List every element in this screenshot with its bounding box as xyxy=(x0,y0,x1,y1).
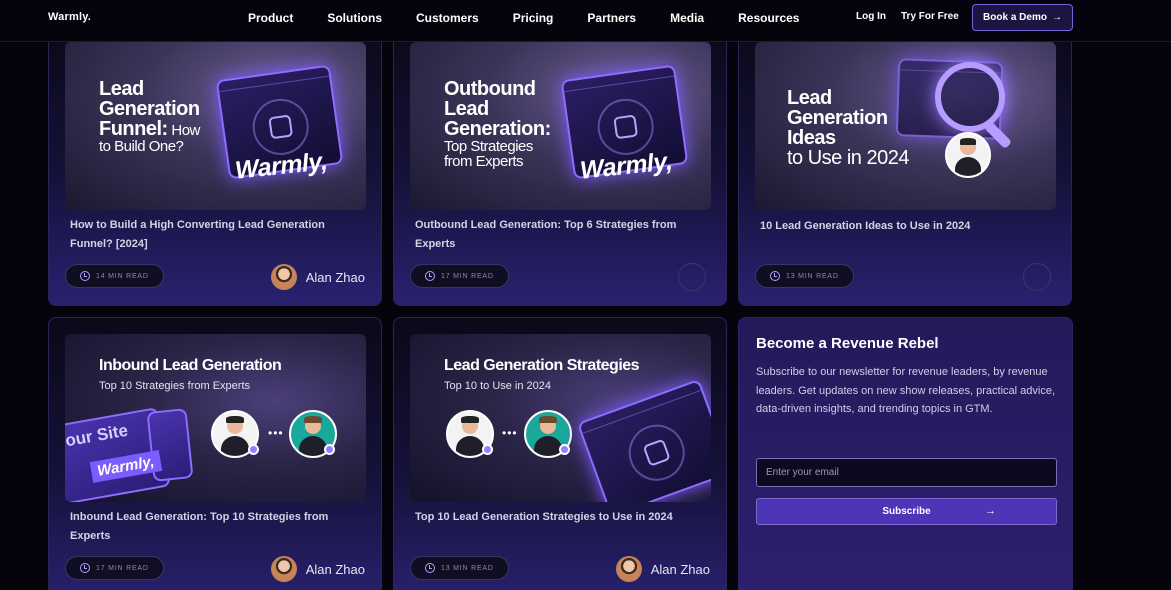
subscribe-button[interactable]: Subscribe → xyxy=(756,498,1057,525)
article-card-lead-funnel[interactable]: Lead Generation Funnel: How to Build One… xyxy=(48,25,382,306)
author-info: Alan Zhao xyxy=(615,556,710,582)
article-card-outbound[interactable]: Outbound Lead Generation: Top Strategies… xyxy=(393,25,727,306)
author-name: Alan Zhao xyxy=(305,269,365,285)
book-demo-button[interactable]: Book a Demo → xyxy=(972,4,1073,31)
arrow-right-icon: → xyxy=(1051,12,1062,23)
thumbnail-heading: Inbound Lead Generation xyxy=(99,357,282,374)
nav-item-customers[interactable]: Customers xyxy=(416,11,479,25)
thumbnail-heading: Lead Generation Strategies xyxy=(444,357,640,374)
connection-dots: ••• xyxy=(502,426,518,440)
avatar xyxy=(270,264,297,290)
read-time-badge: 17 MIN READ xyxy=(410,264,509,288)
clock-icon xyxy=(770,271,780,281)
article-thumbnail: Lead Generation Ideas to Use in 2024 xyxy=(755,42,1056,210)
article-title[interactable]: Top 10 Lead Generation Strategies to Use… xyxy=(415,508,705,527)
article-card-inbound[interactable]: Inbound Lead Generation Top 10 Strategie… xyxy=(48,317,382,590)
article-title[interactable]: 10 Lead Generation Ideas to Use in 2024 xyxy=(760,217,1050,236)
arrow-right-icon: → xyxy=(985,505,996,517)
newsletter-title: Become a Revenue Rebel xyxy=(756,335,939,352)
clock-icon xyxy=(80,271,90,281)
nav-item-partners[interactable]: Partners xyxy=(587,11,636,25)
avatar-placeholder xyxy=(678,263,706,291)
read-time-badge: 14 MIN READ xyxy=(65,264,164,288)
read-time-badge: 13 MIN READ xyxy=(410,556,509,580)
article-card-strategies[interactable]: Lead Generation Strategies Top 10 to Use… xyxy=(393,317,727,590)
clock-icon xyxy=(425,563,435,573)
avatar xyxy=(270,556,297,582)
article-thumbnail: Lead Generation Funnel: How to Build One… xyxy=(65,42,366,210)
avatar-placeholder xyxy=(1023,263,1051,291)
thumbnail-heading: Outbound Lead Generation: Top Strategies… xyxy=(444,78,551,170)
article-card-ideas[interactable]: Lead Generation Ideas to Use in 2024 10 … xyxy=(738,25,1072,306)
main-menu: Product Solutions Customers Pricing Part… xyxy=(248,11,833,25)
warmly-logo[interactable]: Warmly. xyxy=(48,11,91,23)
newsletter-signup: Become a Revenue Rebel Subscribe to our … xyxy=(738,317,1073,590)
thumbnail-subheading: Top 10 to Use in 2024 xyxy=(444,380,552,392)
author-name: Alan Zhao xyxy=(305,561,365,577)
newsletter-description: Subscribe to our newsletter for revenue … xyxy=(756,366,1055,415)
read-time-badge: 13 MIN READ xyxy=(755,264,854,288)
article-thumbnail: Outbound Lead Generation: Top Strategies… xyxy=(410,42,711,210)
read-time-badge: 17 MIN READ xyxy=(65,556,164,580)
thumbnail-subheading: Top 10 Strategies from Experts xyxy=(99,380,251,392)
try-free-link[interactable]: Try For Free xyxy=(901,11,959,22)
connection-dots: ••• xyxy=(268,426,284,440)
chip-icon xyxy=(612,114,638,140)
article-thumbnail: Inbound Lead Generation Top 10 Strategie… xyxy=(65,334,366,502)
clock-icon xyxy=(425,271,435,281)
clock-icon xyxy=(80,563,90,573)
article-title[interactable]: Outbound Lead Generation: Top 6 Strategi… xyxy=(415,216,705,254)
avatar xyxy=(945,132,991,178)
email-input[interactable] xyxy=(756,458,1057,487)
article-title[interactable]: Inbound Lead Generation: Top 10 Strategi… xyxy=(70,508,360,546)
login-link[interactable]: Log In xyxy=(856,11,886,22)
nav-item-solutions[interactable]: Solutions xyxy=(327,11,382,25)
book-demo-label: Book a Demo xyxy=(983,12,1047,23)
author-info: Alan Zhao xyxy=(270,556,365,582)
author-info: Alan Zhao xyxy=(270,264,365,290)
nav-item-resources[interactable]: Resources xyxy=(738,11,799,25)
thumbnail-heading: Lead Generation Funnel: How to Build One… xyxy=(99,78,200,155)
article-title[interactable]: How to Build a High Converting Lead Gene… xyxy=(70,216,360,254)
top-navigation: Warmly. Product Solutions Customers Pric… xyxy=(0,0,1171,42)
article-thumbnail: Lead Generation Strategies Top 10 to Use… xyxy=(410,334,711,502)
author-name: Alan Zhao xyxy=(650,561,710,577)
nav-item-product[interactable]: Product xyxy=(248,11,293,25)
subscribe-label: Subscribe xyxy=(882,506,931,517)
magnifier-icon xyxy=(935,62,1005,132)
avatar xyxy=(615,556,642,582)
chip-icon xyxy=(267,114,293,140)
nav-item-media[interactable]: Media xyxy=(670,11,704,25)
nav-item-pricing[interactable]: Pricing xyxy=(513,11,554,25)
thumbnail-heading: Lead Generation Ideas to Use in 2024 xyxy=(787,87,909,169)
